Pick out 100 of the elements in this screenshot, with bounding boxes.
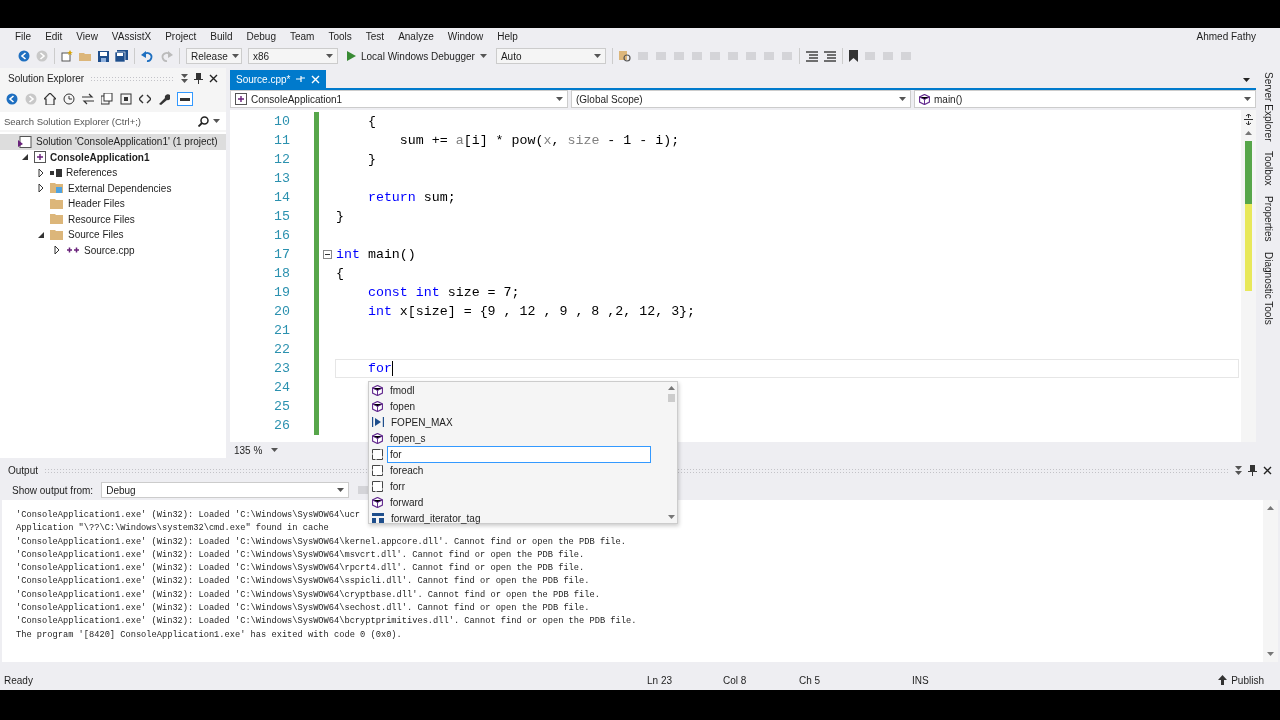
tree-item[interactable]: Source.cpp: [0, 242, 226, 258]
search-box[interactable]: Search Solution Explorer (Ctrl+;): [0, 112, 226, 130]
find-icon[interactable]: [618, 50, 631, 62]
tree-item[interactable]: Header Files: [0, 196, 226, 212]
expanded-arrow-icon[interactable]: [21, 153, 29, 162]
expanded-arrow-icon[interactable]: [37, 230, 45, 239]
snippet-icon: [372, 464, 383, 476]
tree-item[interactable]: References: [0, 165, 226, 181]
align-icon[interactable]: [805, 50, 818, 62]
grip-icon[interactable]: [1235, 465, 1242, 475]
method-icon: [372, 384, 383, 396]
status-text: Ready: [4, 674, 34, 686]
tree-item[interactable]: External Dependencies: [0, 180, 226, 196]
new-project-icon[interactable]: [61, 50, 73, 62]
publish-button[interactable]: Publish: [1218, 674, 1276, 686]
collapse-all-icon[interactable]: [101, 93, 113, 105]
scroll-up-icon[interactable]: [1245, 131, 1252, 135]
scroll-down-icon[interactable]: [1267, 652, 1274, 656]
output-line: The program '[8420] ConsoleApplication1.exe' has exited with code 0 (0x0).: [16, 628, 402, 642]
output-line: 'ConsoleApplication1.exe' (Win32): Loaded 'C:\Windows\SysWOW64\rpcrt4.dll'. Cannot find or open the PDB file.: [16, 562, 585, 576]
wrench-icon[interactable]: [158, 93, 170, 105]
menu-item[interactable]: Help: [490, 30, 525, 42]
menu-item[interactable]: VAssistX: [104, 30, 159, 42]
history-icon[interactable]: [63, 93, 75, 105]
line-number: 26: [273, 418, 290, 433]
menu-item[interactable]: Build: [203, 30, 240, 42]
configuration-dropdown[interactable]: Release: [186, 48, 242, 64]
menu-item[interactable]: Project: [158, 30, 204, 42]
undo-icon[interactable]: [141, 50, 154, 62]
home-icon[interactable]: [44, 93, 56, 105]
code-line: }: [336, 209, 344, 224]
menu-item[interactable]: File: [8, 30, 39, 42]
pin-icon[interactable]: [1248, 464, 1257, 476]
scroll-up-icon[interactable]: [1267, 506, 1274, 510]
scroll-thumb[interactable]: [667, 394, 675, 402]
completion-item[interactable]: fopen_s: [387, 429, 665, 447]
project-icon: [235, 93, 247, 105]
member-dropdown[interactable]: main(): [914, 90, 1256, 108]
pages-icon[interactable]: [120, 93, 132, 105]
scroll-down-icon[interactable]: [667, 515, 675, 519]
code-line: sum += a[i] * pow(x, size - 1 - i);: [398, 133, 680, 148]
side-tab[interactable]: Diagnostic Tools: [1262, 251, 1274, 325]
menu-item[interactable]: Analyze: [391, 30, 441, 42]
save-icon[interactable]: [98, 50, 109, 62]
back-icon[interactable]: [18, 50, 30, 62]
text-caret: [391, 361, 393, 376]
back-icon[interactable]: [6, 93, 18, 105]
completion-item[interactable]: fopen: [387, 397, 665, 415]
completion-item[interactable]: foreach: [387, 461, 665, 479]
scope-dropdown[interactable]: (Global Scope): [571, 90, 911, 108]
platform-dropdown[interactable]: x86: [248, 48, 338, 64]
close-icon[interactable]: [209, 73, 218, 83]
close-icon[interactable]: [1263, 465, 1272, 475]
debugger-button[interactable]: Local Windows Debugger: [344, 50, 490, 62]
tree-item[interactable]: Resource Files: [0, 211, 226, 227]
tree-item[interactable]: Source Files: [0, 227, 226, 243]
tree-item[interactable]: ConsoleApplication1: [0, 149, 226, 165]
output-source-dropdown[interactable]: Debug: [101, 482, 350, 498]
menu-item[interactable]: Debug: [239, 30, 283, 42]
output-line: 'ConsoleApplication1.exe' (Win32): Loaded 'C:\Windows\SysWOW64\sechost.dll'. Cannot find or open the PDB file.: [16, 602, 590, 616]
scrollbar[interactable]: [1263, 500, 1278, 662]
completion-item[interactable]: FOPEN_MAX: [388, 413, 665, 431]
align-icon[interactable]: [823, 50, 836, 62]
menu-item[interactable]: View: [69, 30, 105, 42]
project-dropdown[interactable]: ConsoleApplication1: [230, 90, 568, 108]
sync-icon[interactable]: [82, 93, 94, 105]
side-tab[interactable]: Server Explorer: [1262, 72, 1274, 142]
preview-icon[interactable]: [177, 92, 193, 106]
menu-item[interactable]: Edit: [38, 30, 70, 42]
solution-config-dropdown[interactable]: Auto: [495, 48, 606, 64]
completion-item[interactable]: forr: [387, 477, 665, 495]
search-field[interactable]: Search Solution Explorer (Ctrl+;): [2, 114, 194, 128]
menu-item[interactable]: Window: [440, 30, 491, 42]
collapse-icon[interactable]: [322, 250, 332, 259]
search-icon[interactable]: [198, 115, 209, 127]
split-icon[interactable]: [1244, 114, 1253, 125]
completion-item[interactable]: for: [387, 445, 651, 463]
side-tab[interactable]: Toolbox: [1262, 151, 1274, 186]
zoom-dropdown[interactable]: 135 %: [230, 442, 282, 458]
completion-item[interactable]: forward: [387, 493, 665, 511]
side-tab[interactable]: Properties: [1262, 195, 1274, 242]
tree-item[interactable]: Solution 'ConsoleApplication1' (1 project): [0, 134, 226, 150]
completion-item[interactable]: fmodl: [387, 381, 665, 399]
user-name[interactable]: Ahmed Fathy: [1196, 30, 1272, 42]
scrollbar[interactable]: [1241, 110, 1256, 442]
save-all-icon[interactable]: [115, 50, 128, 62]
dropdown-icon[interactable]: [1243, 78, 1250, 82]
completion-item[interactable]: forward_iterator_tag: [388, 509, 665, 527]
collapsed-arrow-icon[interactable]: [53, 246, 61, 255]
snippet-icon: [372, 480, 383, 492]
bookmark-icon[interactable]: [848, 50, 858, 62]
folder-icon: [50, 182, 64, 195]
pin-icon[interactable]: [194, 72, 203, 84]
output-line: 'ConsoleApplication1.exe' (Win32): Loaded 'C:\Windows\SysWOW64\bcryptprimitives.dll'. Cannot find or open the PDB file.: [16, 615, 637, 629]
menu-item[interactable]: Tools: [321, 30, 359, 42]
code-icon[interactable]: [139, 93, 151, 105]
menu-item[interactable]: Test: [358, 30, 392, 42]
scroll-up-icon[interactable]: [667, 386, 675, 390]
menu-item[interactable]: Team: [283, 30, 322, 42]
grip-icon[interactable]: [181, 73, 188, 83]
